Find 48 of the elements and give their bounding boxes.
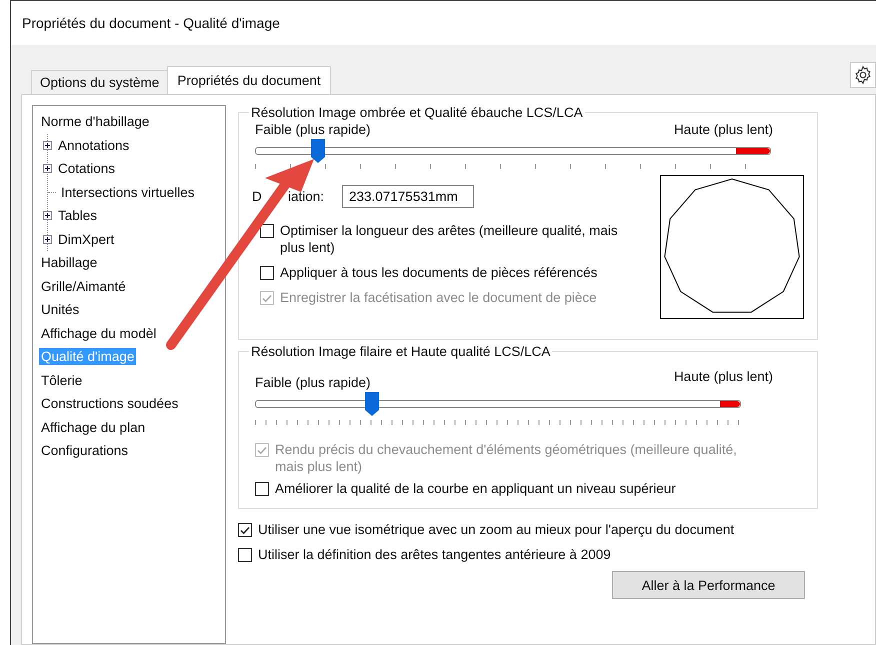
tab[interactable]: Propriétés du document (167, 66, 331, 94)
tree-item[interactable]: Grille/Aimanté (39, 278, 128, 295)
checkbox-label: Utiliser une vue isométrique avec un zoom au mieux pour l'aperçu du document (258, 521, 736, 538)
tree-item[interactable]: Unités (39, 301, 82, 318)
tree-item[interactable]: Habillage (39, 254, 100, 272)
limit-marker (720, 401, 740, 407)
tree-item[interactable]: Tables (56, 207, 100, 224)
expand-icon[interactable] (43, 234, 52, 244)
tree-item[interactable]: Tôlerie (39, 372, 84, 389)
tree-item[interactable]: Affichage du modèl (39, 324, 158, 342)
slider-thumb[interactable] (310, 139, 325, 163)
expand-icon[interactable] (43, 140, 52, 150)
slider-label: Faible (plus rapide) (255, 375, 371, 390)
window-title: Propriétés du document - Qualité d'image (22, 15, 280, 31)
checkbox[interactable] (260, 266, 274, 280)
expand-icon[interactable] (43, 164, 52, 174)
checkbox[interactable] (238, 548, 252, 562)
field-label: D (252, 189, 263, 204)
deviation-field[interactable]: 233.07175531mm (342, 185, 474, 208)
tree-item[interactable]: Norme d'habillage (39, 113, 152, 130)
checkbox-label: Utiliser la définition des arêtes tangentes antérieure à 2009 (258, 546, 612, 563)
checkbox-label: Rendu précis du chevauchement d'éléments géométriques (meilleure qualité, mais plus lent) (275, 441, 738, 475)
slider-label: Haute (plus lent) (674, 122, 773, 137)
tree-item[interactable]: DimXpert (56, 230, 116, 248)
tree-item[interactable]: Affichage du plan (39, 418, 148, 436)
tree-item[interactable]: Intersections virtuelles (59, 184, 197, 201)
performance-button[interactable]: Aller à la Performance (612, 571, 805, 599)
limit-marker (736, 148, 770, 154)
slider-thumb[interactable] (365, 392, 380, 416)
slider-label: Faible (plus rapide) (255, 122, 371, 137)
slider-label: Haute (plus lent) (674, 369, 773, 384)
group-title: Résolution Image filaire et Haute qualité LCS/LCA (250, 344, 552, 359)
checkbox[interactable] (255, 482, 269, 496)
checkbox-label: Améliorer la qualité de la courbe en appliquant un niveau supérieur (275, 480, 677, 497)
tree-item[interactable]: Constructions soudées (39, 395, 180, 412)
checkbox[interactable] (260, 224, 274, 238)
field-label: iation: (288, 189, 326, 204)
settings-icon[interactable] (850, 62, 876, 88)
checkbox-label: Enregistrer la facétisation avec le document de pièce (280, 289, 598, 306)
tab[interactable]: Options du système (31, 70, 168, 94)
checkbox-label: Optimiser la longueur des arêtes (meilleure qualité, mais plus lent) (280, 222, 619, 256)
tree-item[interactable]: Configurations (39, 442, 130, 460)
checkbox[interactable] (238, 523, 252, 537)
tree-item[interactable]: Cotations (56, 160, 118, 178)
tree-item[interactable]: Annotations (56, 136, 132, 154)
group-title: Résolution Image ombrée et Qualité ébauche LCS/LCA (250, 105, 584, 120)
expand-icon[interactable] (43, 211, 52, 220)
checkbox-label: Appliquer à tous les documents de pièces référencés (280, 264, 598, 281)
